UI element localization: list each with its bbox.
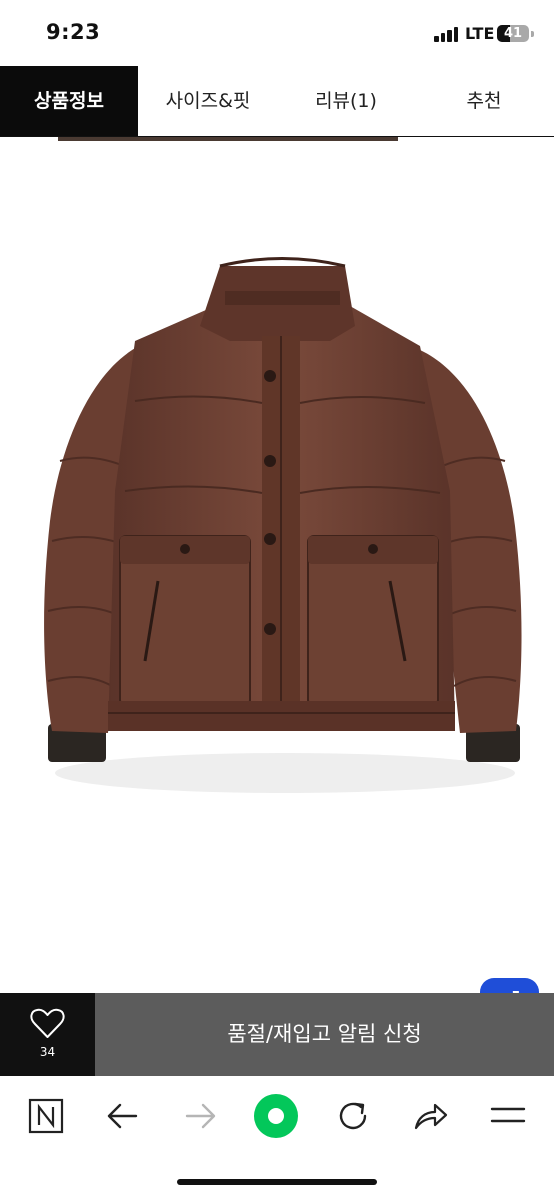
back-arrow-icon[interactable]: [101, 1094, 145, 1138]
brown-puffer-jacket-image: [44, 257, 522, 793]
signal-icon: [434, 26, 460, 42]
battery-tip: [531, 31, 534, 37]
bottom-action-bar: 34 품절/재입고 알림 신청: [0, 993, 554, 1076]
tab-product-info[interactable]: 상품정보: [0, 66, 138, 136]
menu-icon[interactable]: [486, 1094, 530, 1138]
restock-alert-button[interactable]: 품절/재입고 알림 신청: [95, 993, 554, 1076]
tab-recommend[interactable]: 추천: [414, 66, 554, 136]
refresh-icon[interactable]: [331, 1094, 375, 1138]
like-button[interactable]: 34: [0, 993, 95, 1076]
green-dot-icon[interactable]: [254, 1094, 298, 1138]
battery-level: 41: [503, 26, 523, 41]
like-count: 34: [39, 1045, 56, 1059]
network-label: LTE: [465, 24, 495, 43]
product-image-area: d: [0, 141, 554, 1112]
share-icon[interactable]: [408, 1094, 452, 1138]
forward-arrow-icon[interactable]: [178, 1094, 222, 1138]
status-time: 9:23: [46, 20, 101, 44]
tab-size-fit[interactable]: 사이즈&핏: [138, 66, 278, 136]
status-bar: 9:23 LTE 41: [0, 0, 554, 66]
heart-icon: [30, 1008, 65, 1038]
tab-reviews[interactable]: 리뷰(1): [278, 66, 414, 136]
home-indicator: [177, 1179, 377, 1185]
naver-n-icon[interactable]: [24, 1094, 68, 1138]
product-tabs: 상품정보 사이즈&핏 리뷰(1) 추천: [0, 66, 554, 137]
battery-icon: 41: [497, 25, 529, 42]
